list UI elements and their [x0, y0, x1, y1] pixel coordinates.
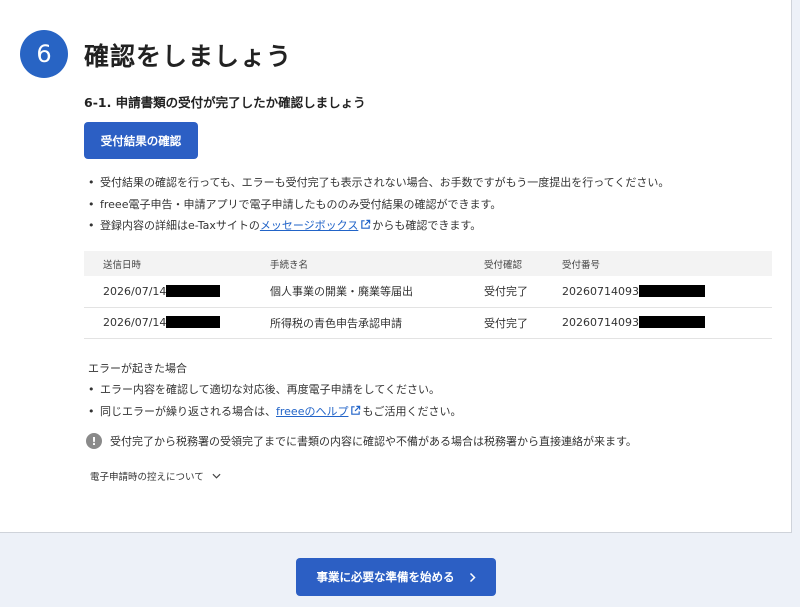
bullet-text: 登録内容の詳細はe-Taxサイトの	[100, 219, 260, 232]
external-link-icon	[351, 405, 361, 415]
freee-help-link[interactable]: freeeのヘルプ	[276, 405, 348, 418]
column-header: 手続き名	[270, 251, 484, 276]
list-item: エラー内容を確認して適切な対応後、再度電子申請をしてください。	[88, 379, 461, 401]
table-row: 2026/07/14 所得税の青色申告承認申請 受付完了 20260714093	[84, 307, 772, 339]
redacted-block	[638, 316, 705, 328]
submission-table: 送信日時 手続き名 受付確認 受付番号 2026/07/14 個人事業の開業・廃…	[84, 251, 772, 339]
info-icon: !	[86, 433, 102, 449]
cell-status: 受付完了	[484, 307, 562, 339]
error-section-title: エラーが起きた場合	[88, 362, 187, 375]
section-subtitle: 6-1. 申請書類の受付が完了したか確認しましょう	[84, 95, 366, 110]
cell-number: 20260714093	[562, 276, 772, 308]
cell-status: 受付完了	[484, 276, 562, 308]
toggle-label: 電子申請時の控えについて	[90, 472, 204, 483]
message-box-link[interactable]: メッセージボックス	[260, 219, 358, 232]
bullet-text: 同じエラーが繰り返される場合は、	[100, 404, 276, 418]
table-header-row: 送信日時 手続き名 受付確認 受付番号	[84, 251, 772, 276]
page-title: 確認をしましょう	[84, 42, 293, 71]
bullet-text: からも確認できます。	[372, 219, 482, 232]
external-link-icon	[361, 219, 371, 229]
receipt-copy-toggle[interactable]: 電子申請時の控えについて	[90, 469, 221, 483]
column-header: 送信日時	[84, 251, 270, 276]
info-text: 受付完了から税務署の受領完了までに書類の内容に確認や不備がある場合は税務署から直…	[110, 435, 637, 448]
column-header: 受付番号	[562, 251, 772, 276]
start-preparation-button[interactable]: 事業に必要な準備を始める	[296, 558, 496, 596]
cell-procedure: 個人事業の開業・廃業等届出	[270, 276, 484, 308]
redacted-block	[166, 284, 221, 297]
number-text: 20260714093	[562, 284, 639, 298]
redacted-block	[638, 284, 705, 297]
date-text: 2026/07/14	[103, 316, 167, 329]
info-notice: ! 受付完了から税務署の受領完了までに書類の内容に確認や不備がある場合は税務署か…	[86, 433, 637, 449]
redacted-block	[166, 316, 221, 328]
list-item: 同じエラーが繰り返される場合は、freeeのヘルプ もご活用ください。	[88, 401, 461, 423]
list-item: 登録内容の詳細はe-Taxサイトのメッセージボックス からも確認できます。	[88, 215, 669, 237]
chevron-down-icon	[212, 473, 221, 479]
cell-date: 2026/07/14	[84, 307, 270, 339]
date-text: 2026/07/14	[103, 284, 167, 298]
confirm-result-button[interactable]: 受付結果の確認	[84, 122, 198, 159]
cta-label: 事業に必要な準備を始める	[316, 570, 455, 584]
step-number-badge: 6	[20, 30, 68, 78]
number-text: 20260714093	[562, 316, 639, 329]
instruction-list: 受付結果の確認を行っても、エラーも受付完了も表示されない場合、お手数ですがもう一…	[88, 172, 669, 237]
list-item: freee電子申告・申請アプリで電子申請したもののみ受付結果の確認ができます。	[88, 194, 669, 216]
list-item: 受付結果の確認を行っても、エラーも受付完了も表示されない場合、お手数ですがもう一…	[88, 172, 669, 194]
table-row: 2026/07/14 個人事業の開業・廃業等届出 受付完了 2026071409…	[84, 276, 772, 308]
error-list: エラー内容を確認して適切な対応後、再度電子申請をしてください。 同じエラーが繰り…	[88, 379, 461, 422]
cell-number: 20260714093	[562, 307, 772, 339]
bullet-text: もご活用ください。	[362, 404, 462, 418]
step-card: 6 確認をしましょう 6-1. 申請書類の受付が完了したか確認しましょう 受付結…	[0, 0, 792, 533]
cell-procedure: 所得税の青色申告承認申請	[270, 307, 484, 339]
column-header: 受付確認	[484, 251, 562, 276]
cell-date: 2026/07/14	[84, 276, 270, 308]
chevron-right-icon	[469, 572, 476, 582]
